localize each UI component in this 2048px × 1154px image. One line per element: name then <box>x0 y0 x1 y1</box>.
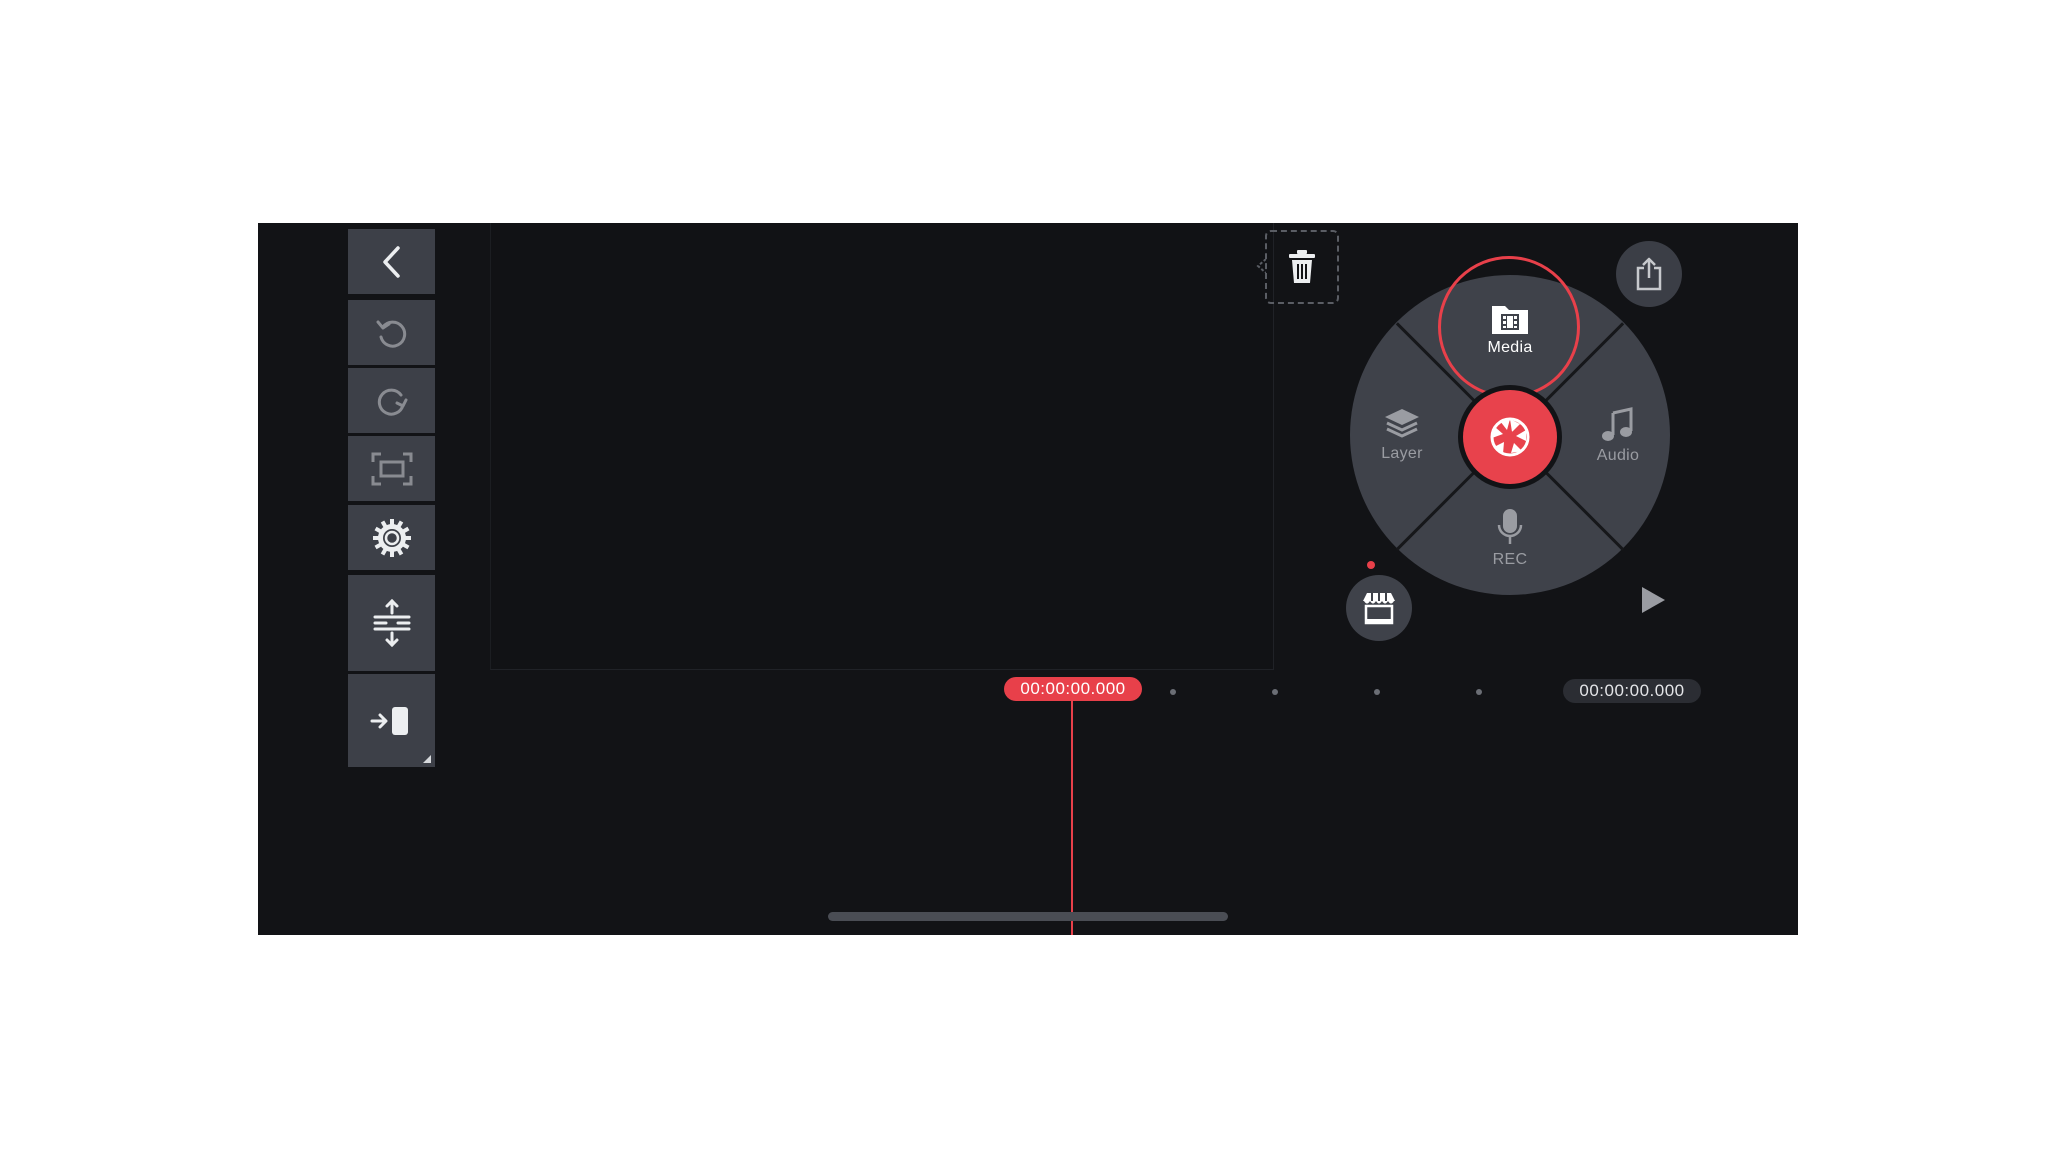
timeline-tick <box>1476 689 1482 695</box>
trash-icon <box>1289 250 1315 283</box>
music-note-icon <box>1602 407 1633 441</box>
audio-label: Audio <box>1596 447 1640 464</box>
capture-button[interactable] <box>1463 390 1557 484</box>
video-preview[interactable] <box>490 223 1274 670</box>
clip-insert-button[interactable] <box>348 674 435 767</box>
timeline-scrollbar[interactable] <box>828 912 1228 921</box>
delete-button[interactable] <box>1265 230 1339 304</box>
track-adjust-icon <box>373 598 410 648</box>
undo-icon <box>376 320 406 348</box>
media-folder-icon <box>1492 306 1528 334</box>
playhead-line <box>1071 701 1073 935</box>
play-button[interactable] <box>1636 583 1670 617</box>
corner-expand-icon <box>423 755 431 763</box>
timeline-tick <box>1374 689 1380 695</box>
media-label: Media <box>1487 339 1533 356</box>
redo-button[interactable] <box>348 368 435 433</box>
capture-ring <box>1458 385 1562 489</box>
back-button[interactable] <box>348 229 435 294</box>
chevron-left-icon <box>382 245 400 278</box>
audio-button[interactable]: Audio <box>1576 407 1660 465</box>
total-duration: 00:00:00.000 <box>1563 679 1701 703</box>
video-editor-app: Media Layer Audio REC 00:00:00.000 00:00… <box>258 223 1798 935</box>
play-icon <box>1642 587 1665 613</box>
fullscreen-button[interactable] <box>348 436 435 501</box>
timeline-tick <box>1272 689 1278 695</box>
timeline-tick <box>1170 689 1176 695</box>
settings-button[interactable] <box>348 505 435 570</box>
asset-store-button[interactable] <box>1346 575 1412 641</box>
playhead-time[interactable]: 00:00:00.000 <box>1004 677 1142 701</box>
share-icon <box>1636 257 1662 291</box>
camera-shutter-icon <box>1490 417 1530 457</box>
notification-dot <box>1367 561 1375 569</box>
undo-button[interactable] <box>348 300 435 365</box>
fullscreen-icon <box>371 452 412 485</box>
media-button[interactable]: Media <box>1470 303 1550 357</box>
track-adjust-button[interactable] <box>348 575 435 671</box>
clip-insert-icon <box>370 706 408 735</box>
layer-button[interactable]: Layer <box>1360 407 1444 463</box>
microphone-icon <box>1497 509 1523 544</box>
store-icon <box>1363 593 1395 625</box>
layer-label: Layer <box>1381 445 1423 462</box>
redo-icon <box>377 388 407 416</box>
record-button[interactable]: REC <box>1470 507 1550 569</box>
screenshot-canvas: Media Layer Audio REC 00:00:00.000 00:00… <box>0 0 2048 1154</box>
rec-label: REC <box>1492 551 1528 568</box>
share-button[interactable] <box>1616 241 1682 307</box>
gear-icon <box>372 518 411 557</box>
layers-icon <box>1385 409 1419 438</box>
